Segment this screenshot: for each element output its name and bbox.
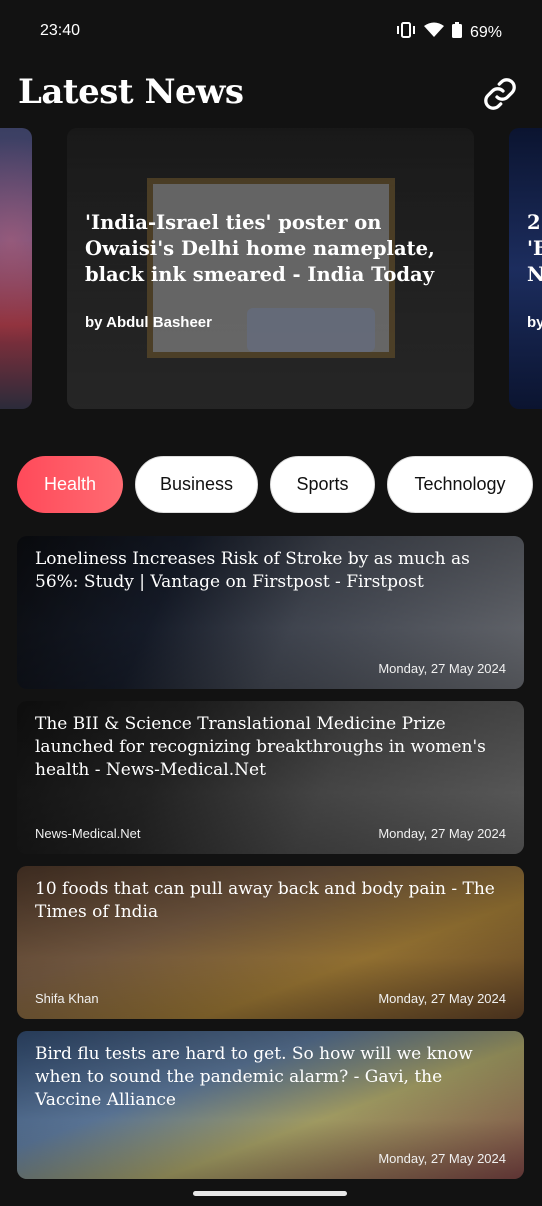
news-source: News-Medical.Net [35, 826, 141, 841]
header: Latest News [18, 72, 518, 122]
slide-next-title-line: 'B [527, 237, 542, 260]
news-title: The BII & Science Translational Medicine… [35, 714, 486, 780]
news-card[interactable]: The BII & Science Translational Medicine… [17, 701, 524, 854]
slide-next-title: 2 'B N [527, 210, 542, 288]
share-link-button[interactable] [482, 76, 518, 112]
category-tabs: Health Business Sports Technology [17, 456, 533, 513]
category-chip-health[interactable]: Health [17, 456, 123, 513]
news-list: Loneliness Increases Risk of Stroke by a… [17, 536, 524, 1191]
carousel-slide-next[interactable]: 2 'B N by [509, 128, 542, 409]
home-indicator[interactable] [193, 1191, 347, 1196]
link-icon [484, 78, 516, 110]
category-chip-business[interactable]: Business [135, 456, 258, 513]
news-date: Monday, 27 May 2024 [378, 1151, 506, 1166]
news-title: Loneliness Increases Risk of Stroke by a… [35, 549, 470, 592]
slide-next-author: by [527, 314, 542, 331]
headline-carousel[interactable]: 'India-Israel ties' poster on Owaisi's D… [0, 128, 542, 410]
battery-percent: 69% [469, 23, 502, 41]
slide-author: by Abdul Basheer [85, 314, 212, 331]
news-date: Monday, 27 May 2024 [378, 991, 506, 1006]
news-date: Monday, 27 May 2024 [378, 826, 506, 841]
page-title: Latest News [18, 72, 244, 112]
carousel-slide-current[interactable]: 'India-Israel ties' poster on Owaisi's D… [67, 128, 474, 409]
news-card[interactable]: 10 foods that can pull away back and bod… [17, 866, 524, 1019]
carousel-slide-previous[interactable] [0, 128, 32, 409]
category-chip-sports[interactable]: Sports [270, 456, 375, 513]
slide-next-title-line: 2 [527, 211, 541, 234]
wifi-icon [423, 22, 444, 43]
news-title: 10 foods that can pull away back and bod… [35, 879, 495, 922]
status-icons: 69% [396, 22, 502, 43]
category-chip-technology[interactable]: Technology [387, 456, 533, 513]
news-card[interactable]: Bird flu tests are hard to get. So how w… [17, 1031, 524, 1179]
news-date: Monday, 27 May 2024 [378, 661, 506, 676]
battery-icon [451, 22, 462, 43]
vibrate-icon [396, 22, 416, 43]
slide-title: 'India-Israel ties' poster on Owaisi's D… [85, 211, 435, 286]
status-bar: 23:40 69% [0, 0, 542, 64]
news-title: Bird flu tests are hard to get. So how w… [35, 1044, 473, 1110]
slide-next-title-line: N [527, 263, 542, 286]
news-card[interactable]: Loneliness Increases Risk of Stroke by a… [17, 536, 524, 689]
status-time: 23:40 [40, 22, 81, 39]
news-source: Shifa Khan [35, 991, 99, 1006]
